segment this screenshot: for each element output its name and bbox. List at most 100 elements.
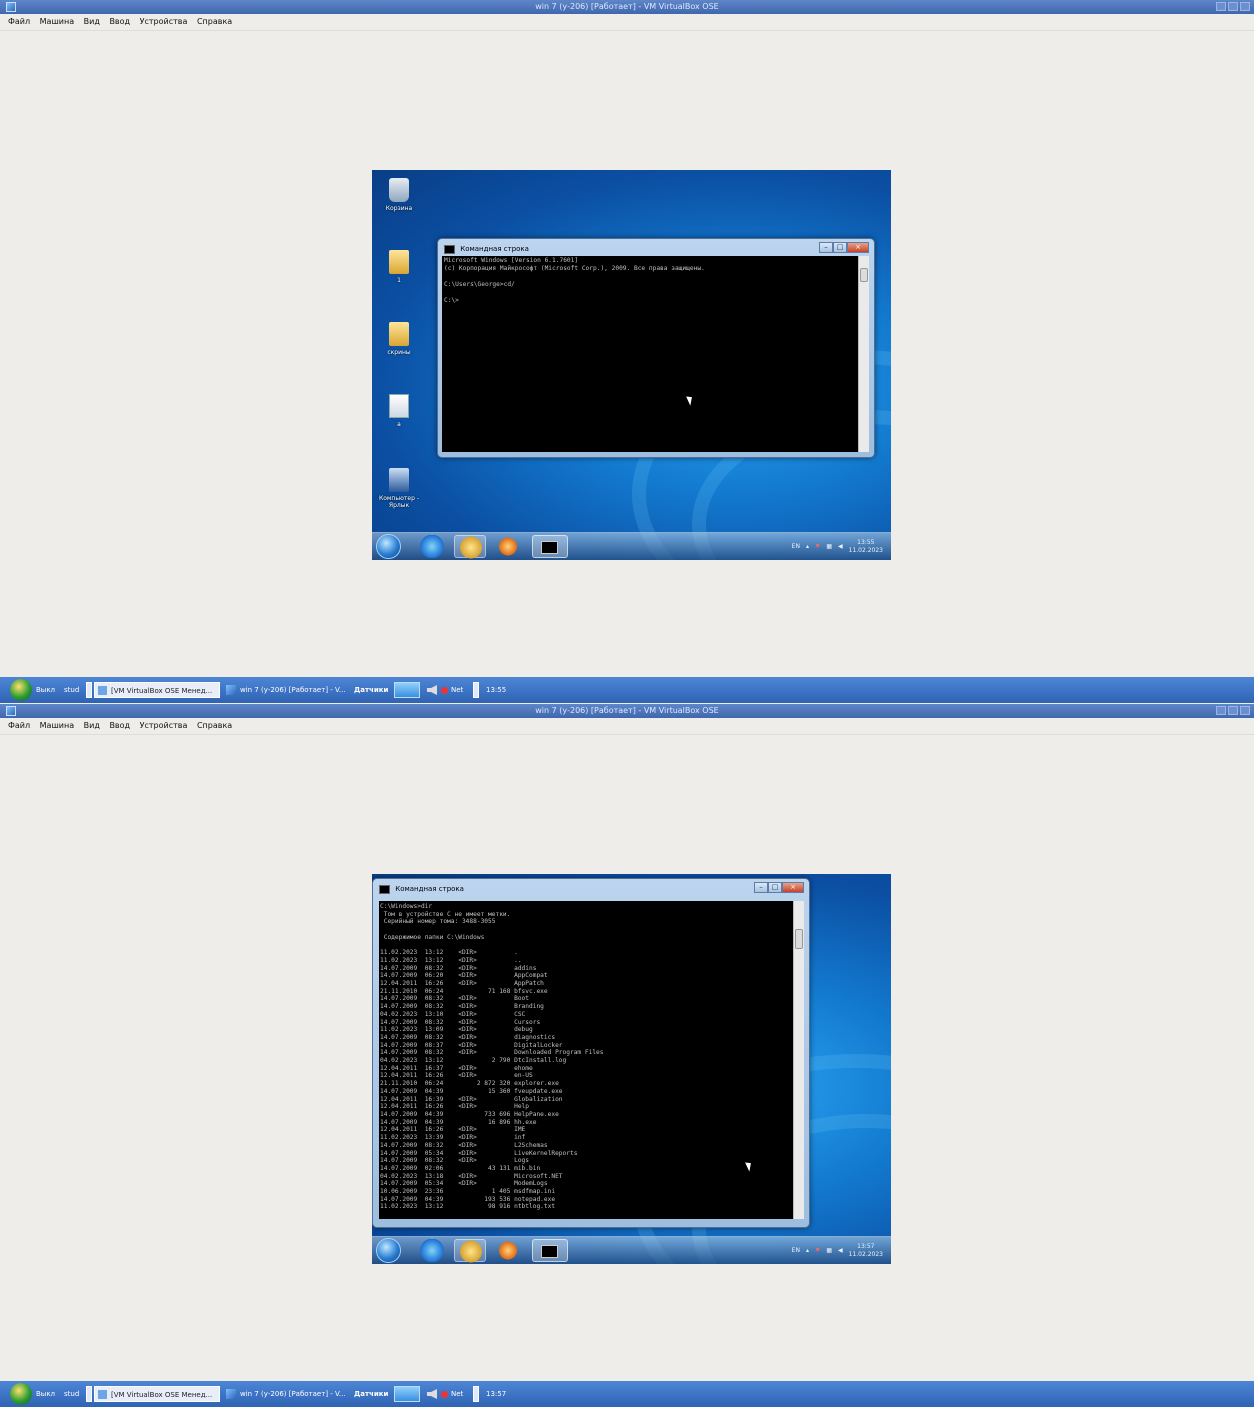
media-player-icon[interactable] <box>492 535 524 558</box>
desktop-icon-folder-1[interactable]: 1 <box>374 250 424 284</box>
minimize-button[interactable] <box>1216 706 1226 715</box>
volume-icon[interactable]: ◀ <box>838 543 843 550</box>
minimize-button[interactable] <box>1216 2 1226 11</box>
host-clock[interactable]: 13:57 <box>486 1386 506 1402</box>
taskbar-explorer[interactable] <box>454 535 487 559</box>
host-menu-logo-icon[interactable] <box>10 679 32 701</box>
language-indicator[interactable]: EN <box>792 1247 800 1254</box>
desktop-icon-computer[interactable]: Компьютер - Ярлык <box>374 468 424 509</box>
cmd-titlebar[interactable]: Командная строка <box>444 242 529 256</box>
console-output[interactable]: Microsoft Windows [Version 6.1.7601] (c)… <box>442 256 858 452</box>
scrollbar-thumb[interactable] <box>860 268 868 282</box>
menu-devices[interactable]: Устройства <box>140 721 188 730</box>
window-title: win 7 (у-206) [Работает] - VM VirtualBox… <box>535 706 719 715</box>
taskbar-explorer[interactable] <box>454 1239 487 1263</box>
menu-input[interactable]: Ввод <box>109 17 130 26</box>
tray-arrow-icon[interactable]: ▴ <box>806 1247 809 1254</box>
network-status[interactable]: Net <box>441 682 463 698</box>
host-task-vm-window[interactable]: win 7 (у-206) [Работает] - V... <box>226 1386 346 1402</box>
cmd-icon <box>379 884 390 894</box>
host-task-vbox-manager[interactable]: [VM VirtualBox OSE Менед... <box>94 1386 220 1402</box>
start-button[interactable] <box>376 534 401 559</box>
taskbar-cmd[interactable] <box>532 1239 568 1262</box>
close-button[interactable] <box>1240 706 1250 715</box>
volume-icon[interactable] <box>427 1389 437 1399</box>
cmd-icon <box>444 244 455 254</box>
sensor-meter <box>394 682 420 698</box>
cmd-close-button[interactable]: × <box>782 882 804 893</box>
guest-desktop[interactable]: Корзина 1 скрины а Компьютер - Ярлык Ком… <box>372 170 891 560</box>
network-icon[interactable]: ▦ <box>826 543 832 550</box>
tray-arrow-icon[interactable]: ▴ <box>806 543 809 550</box>
cmd-titlebar[interactable]: Командная строка <box>379 882 464 896</box>
network-error-icon <box>441 1390 448 1398</box>
menu-view[interactable]: Вид <box>84 721 100 730</box>
guest-desktop[interactable]: Командная строка – □ × C:\Windows>dir То… <box>372 874 891 1264</box>
host-menu-logo-icon[interactable] <box>10 1383 32 1405</box>
cmd-scrollbar[interactable] <box>793 901 804 1219</box>
mouse-cursor-icon <box>686 394 695 406</box>
ie-icon[interactable] <box>416 535 448 558</box>
desktop-icon-document[interactable]: а <box>374 394 424 428</box>
guest-clock[interactable]: 13:55 11.02.2023 <box>849 539 883 555</box>
cmd-window[interactable]: Командная строка – □ × C:\Windows>dir То… <box>372 878 810 1228</box>
screenshot-1: win 7 (у-206) [Работает] - VM VirtualBox… <box>0 0 1254 703</box>
vbox-titlebar[interactable]: win 7 (у-206) [Работает] - VM VirtualBox… <box>0 704 1254 718</box>
menu-input[interactable]: Ввод <box>109 721 130 730</box>
cmd-window-controls: – □ × <box>819 242 869 253</box>
desktop-icon-screens[interactable]: скрины <box>374 322 424 356</box>
sensors-label[interactable]: Датчики <box>354 682 388 698</box>
menu-file[interactable]: Файл <box>8 17 30 26</box>
scrollbar-thumb[interactable] <box>795 929 803 949</box>
desktop-icon-recycle-bin[interactable]: Корзина <box>374 178 424 212</box>
cmd-maximize-button[interactable]: □ <box>833 242 847 253</box>
virtualbox-icon <box>6 2 16 12</box>
host-clock[interactable]: 13:55 <box>486 682 506 698</box>
menu-help[interactable]: Справка <box>197 721 232 730</box>
guest-clock[interactable]: 13:57 11.02.2023 <box>849 1243 883 1259</box>
separator <box>473 682 479 698</box>
close-button[interactable] <box>1240 2 1250 11</box>
system-tray: EN ▴ ⚑ ▦ ◀ 13:57 11.02.2023 <box>792 1237 883 1264</box>
host-task-vm-window[interactable]: win 7 (у-206) [Работает] - V... <box>226 682 346 698</box>
cmd-window[interactable]: Командная строка – □ × Microsoft Windows… <box>437 238 875 458</box>
start-button[interactable] <box>376 1238 401 1263</box>
logout-button[interactable]: Выкл <box>36 1386 55 1402</box>
menu-machine[interactable]: Машина <box>40 721 74 730</box>
host-task-vbox-manager[interactable]: [VM VirtualBox OSE Менед... <box>94 682 220 698</box>
system-tray: EN ▴ ⚑ ▦ ◀ 13:55 11.02.2023 <box>792 533 883 560</box>
menu-help[interactable]: Справка <box>197 17 232 26</box>
volume-icon[interactable] <box>427 685 437 695</box>
separator <box>86 1386 92 1402</box>
action-center-icon[interactable]: ⚑ <box>815 543 820 550</box>
maximize-button[interactable] <box>1228 706 1238 715</box>
screenshot-2: win 7 (у-206) [Работает] - VM VirtualBox… <box>0 704 1254 1407</box>
cmd-maximize-button[interactable]: □ <box>768 882 782 893</box>
logout-button[interactable]: Выкл <box>36 682 55 698</box>
menu-file[interactable]: Файл <box>8 721 30 730</box>
vbox-titlebar[interactable]: win 7 (у-206) [Работает] - VM VirtualBox… <box>0 0 1254 14</box>
sensor-meter <box>394 1386 420 1402</box>
action-center-icon[interactable]: ⚑ <box>815 1247 820 1254</box>
virtualbox-icon <box>6 706 16 716</box>
window-controls <box>1216 706 1250 715</box>
maximize-button[interactable] <box>1228 2 1238 11</box>
network-status[interactable]: Net <box>441 1386 463 1402</box>
network-icon[interactable]: ▦ <box>826 1247 832 1254</box>
cmd-window-controls: – □ × <box>754 882 804 893</box>
volume-icon[interactable]: ◀ <box>838 1247 843 1254</box>
taskbar-cmd[interactable] <box>532 535 568 558</box>
cmd-close-button[interactable]: × <box>847 242 869 253</box>
cmd-scrollbar[interactable] <box>858 256 869 452</box>
menu-view[interactable]: Вид <box>84 17 100 26</box>
media-player-icon[interactable] <box>492 1239 524 1262</box>
cmd-minimize-button[interactable]: – <box>819 242 833 253</box>
cmd-minimize-button[interactable]: – <box>754 882 768 893</box>
menu-machine[interactable]: Машина <box>40 17 74 26</box>
sensors-label[interactable]: Датчики <box>354 1386 388 1402</box>
menu-devices[interactable]: Устройства <box>140 17 188 26</box>
ie-icon[interactable] <box>416 1239 448 1262</box>
language-indicator[interactable]: EN <box>792 543 800 550</box>
console-output[interactable]: C:\Windows>dir Том в устройстве C не име… <box>379 901 793 1219</box>
username: stud <box>64 686 80 694</box>
